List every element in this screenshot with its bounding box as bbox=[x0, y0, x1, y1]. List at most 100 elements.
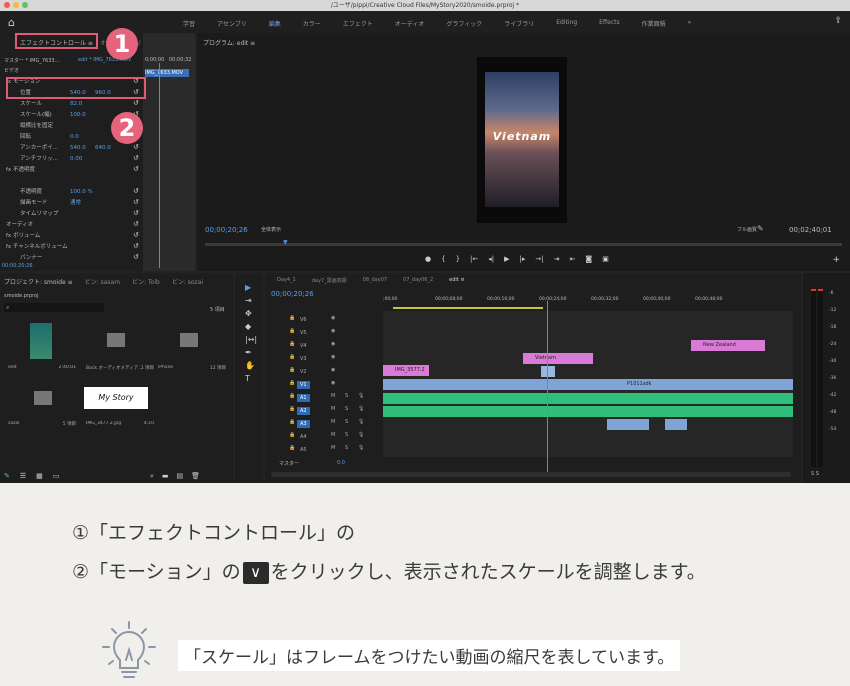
mystory-thumbnail[interactable]: My Story bbox=[84, 387, 148, 409]
audio-a2[interactable] bbox=[383, 406, 793, 417]
marker-icon[interactable]: ● bbox=[425, 255, 431, 263]
pen-icon[interactable]: ✒ bbox=[245, 348, 257, 357]
program-playhead[interactable]: ▼ bbox=[283, 239, 288, 246]
reset-icon[interactable]: ↺ bbox=[133, 220, 139, 228]
tab-workspace[interactable]: オーディオ bbox=[384, 11, 436, 33]
tab-workspace[interactable]: 作業面積 bbox=[631, 11, 677, 33]
pencil-icon[interactable]: ✎ bbox=[4, 472, 10, 480]
ec-value2[interactable]: 640.0 bbox=[95, 143, 111, 154]
mic-icon[interactable]: 🎙 bbox=[358, 445, 364, 451]
ec-row[interactable]: 描画モード 通常 bbox=[20, 198, 150, 209]
play-icon[interactable]: ▶ bbox=[504, 255, 509, 263]
go-to-in-icon[interactable]: |← bbox=[470, 255, 478, 263]
ec-row[interactable]: fx チャンネルボリューム bbox=[6, 242, 136, 253]
tab-project[interactable]: ビン: sozai bbox=[172, 277, 203, 286]
fit-select[interactable]: 全体表示 bbox=[261, 226, 281, 233]
track-lock-icon[interactable]: 🔒 bbox=[289, 380, 295, 386]
mic-icon[interactable]: 🎙 bbox=[358, 432, 364, 438]
project-item[interactable]: IMG_3477.2.jpg 4;10 bbox=[86, 421, 156, 426]
ripple-edit-icon[interactable]: ✥ bbox=[245, 309, 257, 318]
project-item[interactable]: Back オーディオメディア... 1 項目 bbox=[86, 365, 156, 371]
go-to-out-icon[interactable]: →| bbox=[535, 255, 543, 263]
ec-row[interactable]: パンナー bbox=[20, 253, 150, 264]
track-lock-icon[interactable]: 🔒 bbox=[289, 432, 295, 438]
clip-vietnam[interactable]: Vietnam bbox=[523, 353, 593, 364]
mic-icon[interactable]: 🎙 bbox=[358, 393, 364, 399]
ec-value[interactable]: 0.00 bbox=[70, 154, 82, 165]
icon-view-icon[interactable]: ▦ bbox=[36, 472, 43, 480]
more-tabs-icon[interactable]: » bbox=[677, 11, 703, 33]
timeline-scrollbar[interactable] bbox=[271, 472, 791, 477]
tab-workspace[interactable]: 学習 bbox=[172, 11, 206, 33]
eye-icon[interactable]: ◉ bbox=[331, 354, 335, 360]
clip-v2[interactable] bbox=[541, 366, 555, 377]
ec-row[interactable] bbox=[20, 176, 150, 187]
solo-icon[interactable]: S bbox=[345, 393, 348, 399]
ec-value[interactable]: 通常 bbox=[70, 198, 81, 209]
ec-row[interactable]: fx ボリューム bbox=[6, 231, 136, 242]
track-name[interactable]: A4 bbox=[297, 433, 310, 441]
track-lock-icon[interactable]: 🔒 bbox=[289, 419, 295, 425]
ec-value[interactable]: 100.0 % bbox=[70, 187, 93, 198]
audio-a3-clip[interactable] bbox=[607, 419, 649, 430]
trash-icon[interactable]: 🗑 bbox=[191, 472, 200, 481]
tab-project[interactable]: ビン: Tolb bbox=[132, 277, 160, 286]
clip-v1-row[interactable] bbox=[383, 379, 793, 390]
new-bin-icon[interactable]: ▬ bbox=[162, 472, 169, 481]
reset-icon[interactable]: ↺ bbox=[133, 143, 139, 151]
track-lock-icon[interactable]: 🔒 bbox=[289, 393, 295, 399]
wrench-icon[interactable]: ✎ bbox=[757, 224, 764, 233]
tab-workspace[interactable]: エフェクト bbox=[332, 11, 384, 33]
tab-workspace[interactable]: 編集 bbox=[258, 11, 292, 33]
step-back-icon[interactable]: ◂| bbox=[488, 255, 494, 263]
track-lock-icon[interactable]: 🔒 bbox=[289, 315, 295, 321]
clip-img[interactable]: IMG_3577.2 bbox=[383, 365, 429, 376]
home-icon[interactable]: ⌂ bbox=[8, 16, 15, 29]
ec-value[interactable]: 82.0 bbox=[70, 99, 82, 110]
mark-in-icon[interactable]: { bbox=[441, 255, 445, 263]
eye-icon[interactable]: ◉ bbox=[331, 380, 335, 386]
timeline-playhead[interactable] bbox=[547, 301, 548, 473]
mute-icon[interactable]: M bbox=[331, 393, 335, 399]
tab-sequence[interactable]: day7_黒画収録 bbox=[312, 277, 347, 284]
track-name[interactable]: A3 bbox=[297, 420, 310, 428]
master-volume[interactable]: 0.0 bbox=[337, 460, 345, 466]
clip-new-zealand[interactable]: New Zealand bbox=[691, 340, 765, 351]
project-item[interactable]: sozai 5 項目 bbox=[8, 421, 78, 426]
program-scrubber[interactable] bbox=[205, 243, 842, 246]
track-lock-icon[interactable]: 🔒 bbox=[289, 354, 295, 360]
work-area-bar[interactable] bbox=[393, 307, 543, 309]
export-frame-icon[interactable]: ◙ bbox=[585, 255, 592, 263]
solo-icon[interactable]: S bbox=[345, 419, 348, 425]
reset-icon[interactable]: ↺ bbox=[133, 187, 139, 195]
track-name[interactable]: V2 bbox=[297, 368, 310, 376]
track-name[interactable]: V6 bbox=[297, 316, 310, 324]
zoom-icon[interactable] bbox=[22, 2, 28, 8]
reset-icon[interactable]: ↺ bbox=[133, 165, 139, 173]
track-name[interactable]: A2 bbox=[297, 407, 310, 415]
eye-icon[interactable]: ◉ bbox=[331, 315, 335, 321]
folder-icon[interactable] bbox=[180, 333, 198, 347]
close-icon[interactable] bbox=[4, 2, 10, 8]
tab-workspace[interactable]: Editing bbox=[545, 11, 588, 33]
razor-icon[interactable]: ◆ bbox=[245, 322, 257, 331]
tab-sequence[interactable]: 08_day07 bbox=[363, 277, 387, 284]
reset-icon[interactable]: ↺ bbox=[133, 231, 139, 239]
solo-icon[interactable]: S bbox=[345, 406, 348, 412]
eye-icon[interactable]: ◉ bbox=[331, 367, 335, 373]
tab-workspace[interactable]: カラー bbox=[292, 11, 332, 33]
project-item[interactable]: iPhone 12 項目 bbox=[158, 365, 228, 370]
overwrite-icon[interactable]: ⇤ bbox=[570, 255, 576, 263]
audio-a1[interactable] bbox=[383, 393, 793, 404]
reset-icon[interactable]: ↺ bbox=[133, 242, 139, 250]
ec-value[interactable]: 100.0 bbox=[70, 110, 86, 121]
track-select-icon[interactable]: ⇥ bbox=[245, 296, 257, 305]
tab-sequence[interactable]: 07_day06_2 bbox=[403, 277, 433, 284]
find-icon[interactable]: ⌕ bbox=[150, 472, 154, 481]
track-name[interactable]: V3 bbox=[297, 355, 310, 363]
ec-value[interactable]: 540.0 bbox=[70, 143, 86, 154]
hand-icon[interactable]: ✋ bbox=[245, 361, 257, 370]
mute-icon[interactable]: M bbox=[331, 432, 335, 438]
project-item[interactable]: edit 2;40;01 bbox=[8, 365, 78, 370]
tab-workspace[interactable]: アセンブリ bbox=[206, 11, 258, 33]
